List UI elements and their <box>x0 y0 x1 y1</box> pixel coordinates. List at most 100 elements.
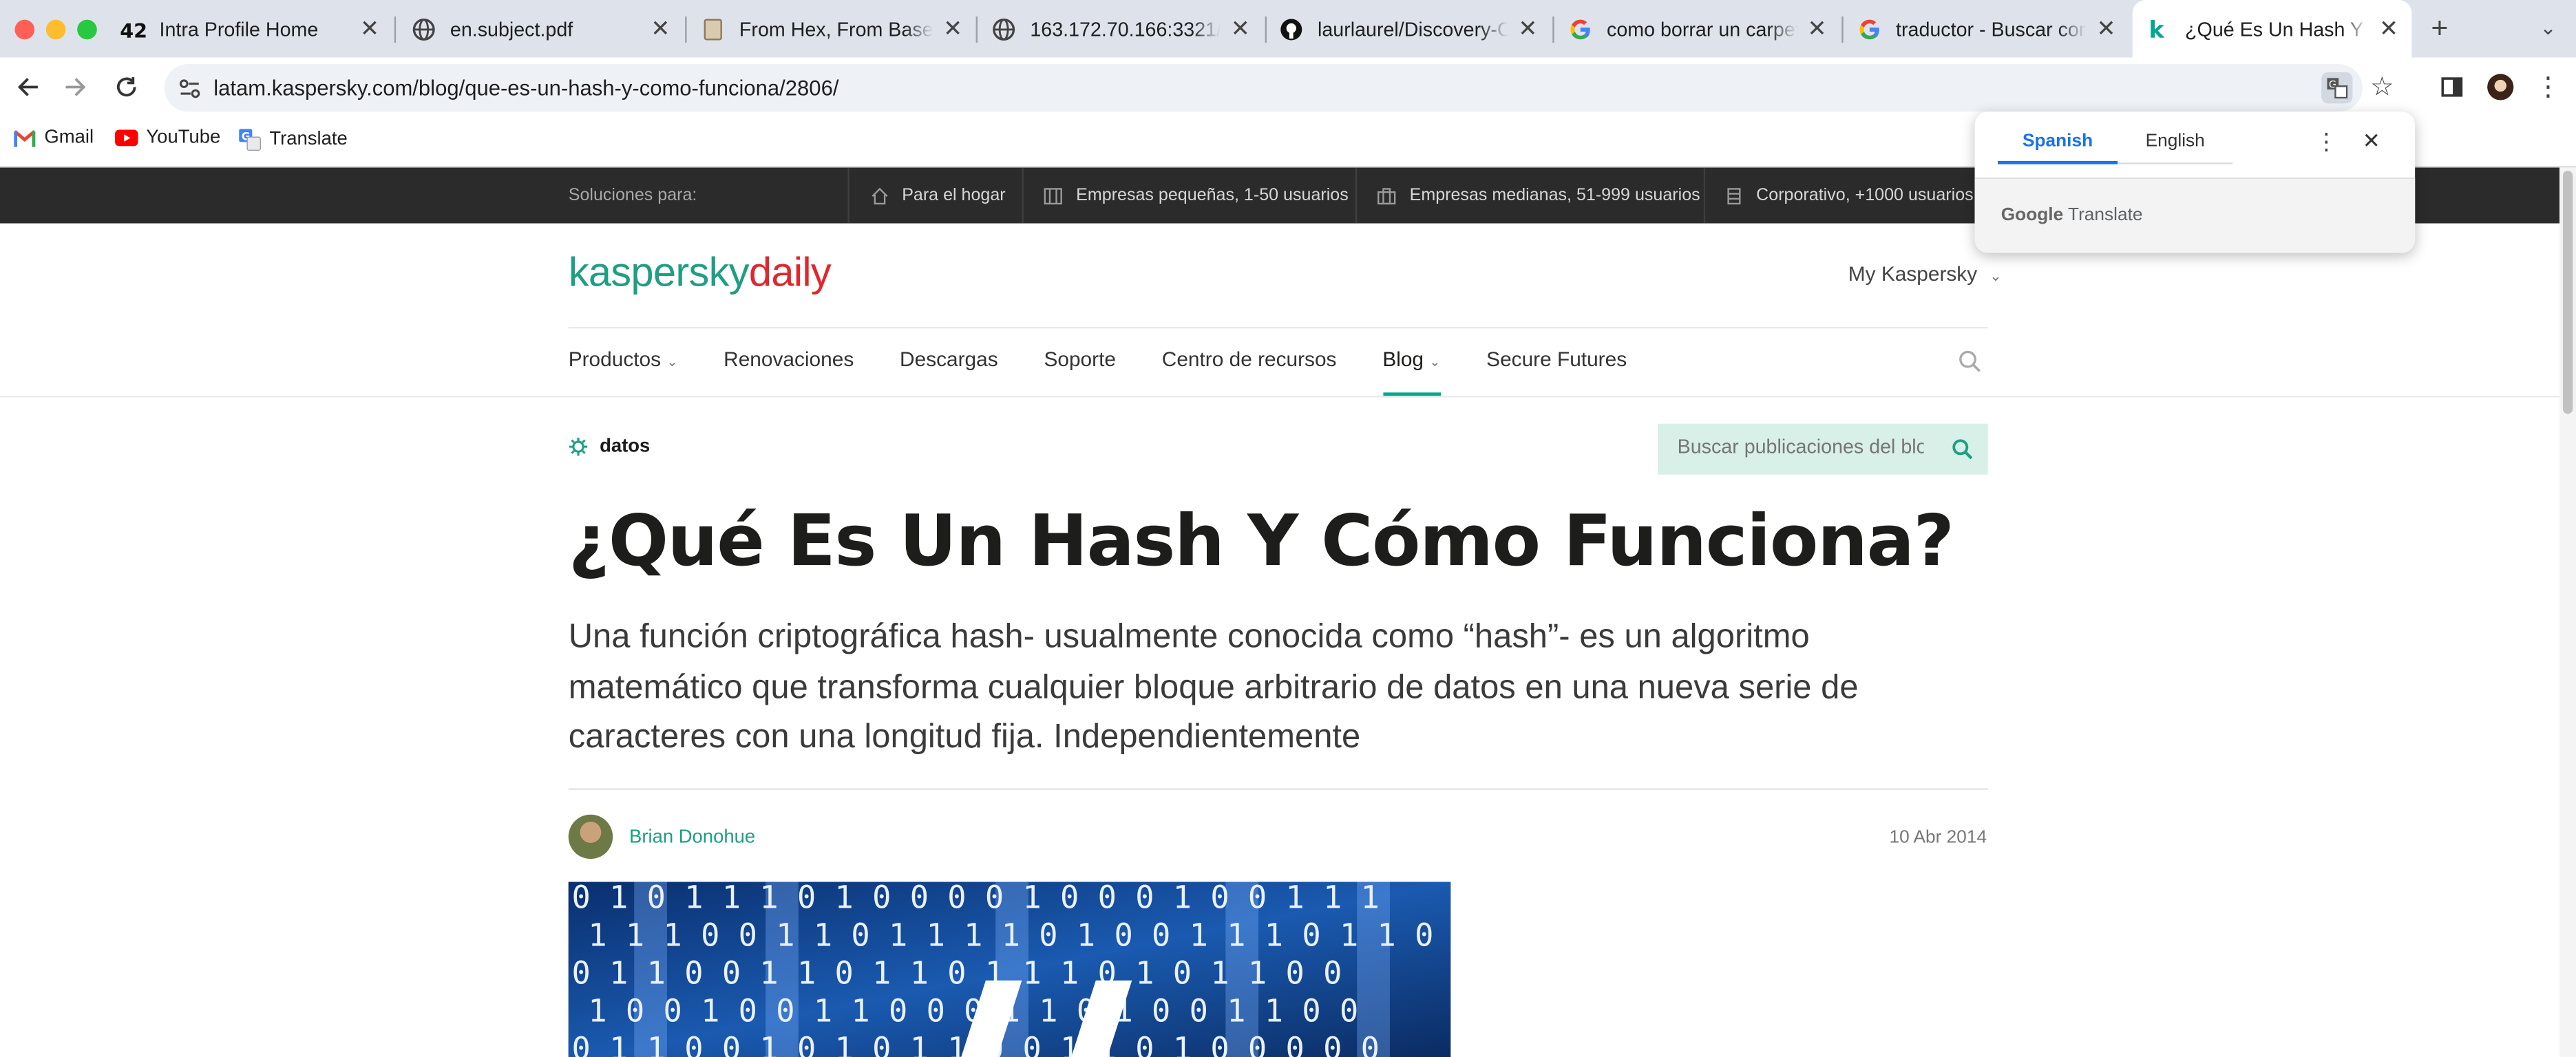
globe-icon <box>411 16 437 42</box>
menu-item-secure-futures[interactable]: Secure Futures <box>1486 348 1627 398</box>
forward-button[interactable] <box>58 69 94 105</box>
menu-label: Blog <box>1382 348 1424 372</box>
lead-line: caracteres con una longitud fija. Indepe… <box>568 717 1361 756</box>
article-hero-image: 0 1 0 1 1 1 0 1 0 0 0 0 1 0 0 0 1 0 0 1 … <box>568 882 1451 1057</box>
menu-label: Secure Futures <box>1486 348 1627 372</box>
youtube-icon <box>115 129 138 147</box>
browser-tab[interactable]: 42 Intra Profile Home ✕ <box>120 3 383 54</box>
menu-item-centro-de-recursos[interactable]: Centro de recursos <box>1162 348 1337 398</box>
browser-tab[interactable]: como borrar un carpeta ✕ <box>1567 3 1830 54</box>
blog-search-input[interactable] <box>1677 435 1924 458</box>
category-tag[interactable]: datos <box>569 437 650 456</box>
tab-title: From Hex, From Base64 <box>739 17 933 41</box>
divider <box>1022 167 1024 224</box>
close-tab-icon[interactable]: ✕ <box>647 14 673 43</box>
menu-item-soporte[interactable]: Soporte <box>1044 348 1115 398</box>
page-scrollbar[interactable] <box>2559 167 2576 1057</box>
menu-item-renovaciones[interactable]: Renovaciones <box>724 348 854 398</box>
browser-tab[interactable]: laurlaurel/Discovery-Cib ✕ <box>1278 3 1541 54</box>
new-tab-button[interactable]: + <box>2422 10 2458 46</box>
article-lead: Una función criptográfica hash- usualmen… <box>569 612 1916 762</box>
logo-part-daily: daily <box>748 249 832 296</box>
maximize-window-button[interactable] <box>77 19 97 40</box>
browser-tab-active[interactable]: k ¿Qué Es Un Hash Y Cóm ✕ <box>2132 0 2412 58</box>
tab-separator <box>394 16 397 43</box>
tab-title: traductor - Buscar con G <box>1896 17 2087 41</box>
tab-strip: 42 Intra Profile Home ✕ en.subject.pdf ✕… <box>0 0 2576 58</box>
tab-separator <box>1265 16 1267 43</box>
search-icon[interactable] <box>1952 438 1973 468</box>
menu-label: Renovaciones <box>724 348 854 372</box>
solution-enterprise[interactable]: Corporativo, +1000 usuarios <box>1725 167 1974 223</box>
bookmark-star-icon[interactable]: ☆ <box>2364 69 2400 105</box>
profile-avatar[interactable] <box>2482 69 2519 105</box>
active-tab-indicator <box>1997 160 2118 164</box>
close-tab-icon[interactable]: ✕ <box>2376 14 2402 43</box>
solution-small-business[interactable]: Empresas pequeñas, 1-50 usuarios <box>1043 167 1349 223</box>
close-tab-icon[interactable]: ✕ <box>1227 14 1254 43</box>
more-options-icon[interactable]: ⋮ <box>2315 128 2338 156</box>
browser-tab[interactable]: en.subject.pdf ✕ <box>411 3 674 54</box>
google-icon <box>1567 16 1594 42</box>
publish-date: 10 Abr 2014 <box>1889 827 1987 848</box>
tab-title: ¿Qué Es Un Hash Y Cóm <box>2185 17 2369 41</box>
translate-popup-footer: Google Translate <box>1974 177 2416 253</box>
close-tab-icon[interactable]: ✕ <box>940 14 966 43</box>
close-icon[interactable]: ✕ <box>2363 128 2380 154</box>
browser-toolbar: latam.kaspersky.com/blog/que-es-un-hash-… <box>0 57 2576 118</box>
github-icon <box>1278 16 1305 42</box>
close-tab-icon[interactable]: ✕ <box>357 14 383 43</box>
my-kaspersky-link[interactable]: My Kaspersky ⌄ <box>1848 263 2002 286</box>
solution-medium-business[interactable]: Empresas medianas, 51-999 usuarios <box>1377 167 1700 223</box>
menu-item-descargas[interactable]: Descargas <box>900 348 998 398</box>
binary-row: 0 1 1 0 0 1 1 0 1 1 0 1 1 1 0 1 0 1 1 0 … <box>572 955 1342 992</box>
close-tab-icon[interactable]: ✕ <box>2093 14 2119 43</box>
bookmark-translate[interactable]: G Translate <box>238 128 348 151</box>
browser-tab[interactable]: From Hex, From Base64 ✕ <box>700 3 967 54</box>
tab-title: Intra Profile Home <box>159 17 319 41</box>
url-text: latam.kaspersky.com/blog/que-es-un-hash-… <box>213 75 839 100</box>
menu-item-blog[interactable]: Blog ⌄ <box>1382 348 1441 398</box>
cyberchef-icon <box>700 16 726 42</box>
google-translate-brand: Google Translate <box>2001 205 2143 225</box>
language-tab-english[interactable]: English <box>2118 131 2232 151</box>
bookmark-gmail[interactable]: Gmail <box>13 128 94 148</box>
tab-title: en.subject.pdf <box>450 17 573 41</box>
close-tab-icon[interactable]: ✕ <box>1514 14 1541 43</box>
bookmark-youtube[interactable]: YouTube <box>115 128 220 148</box>
skyscraper-icon <box>1727 187 1741 204</box>
kaspersky-daily-logo[interactable]: kasperskydaily <box>569 249 832 297</box>
back-button[interactable] <box>10 69 46 105</box>
site-info-icon[interactable] <box>179 77 200 107</box>
language-tab-spanish[interactable]: Spanish <box>1998 131 2118 151</box>
lead-line: Una función criptográfica hash- usualmen… <box>568 617 1810 656</box>
browser-tab[interactable]: traductor - Buscar con G ✕ <box>1857 3 2120 54</box>
close-window-button[interactable] <box>14 19 35 40</box>
menu-item-productos[interactable]: Productos ⌄ <box>569 348 678 398</box>
web-page: Soluciones para: Para el hogar Empresas … <box>0 167 2560 1057</box>
scrollbar-thumb[interactable] <box>2562 171 2573 414</box>
browser-tab[interactable]: 163.172.70.166:3321/ch ✕ <box>991 3 1254 54</box>
tab-baseline <box>2118 162 2233 164</box>
side-panel-icon[interactable] <box>2433 69 2469 105</box>
bookmark-label: Gmail <box>44 128 94 148</box>
menu-divider <box>0 396 2560 398</box>
reload-button[interactable] <box>109 69 145 105</box>
tab-search-icon[interactable]: ⌄ <box>2530 10 2566 46</box>
tab-separator <box>685 16 687 43</box>
minimize-window-button[interactable] <box>45 19 66 40</box>
address-bar[interactable]: latam.kaspersky.com/blog/que-es-un-hash-… <box>164 64 2363 112</box>
close-tab-icon[interactable]: ✕ <box>1804 14 1830 43</box>
divider <box>1703 167 1706 224</box>
menu-label: Productos <box>568 348 662 372</box>
tab-separator <box>975 16 978 43</box>
solution-home[interactable]: Para el hogar <box>871 167 1006 223</box>
author-block[interactable]: Brian Donohue <box>568 814 755 860</box>
divider <box>1355 167 1358 224</box>
chevron-down-icon: ⌄ <box>1429 354 1441 370</box>
more-menu-icon[interactable]: ⋮ <box>2530 69 2566 105</box>
search-icon[interactable] <box>1959 350 1981 381</box>
svg-text:42: 42 <box>120 19 146 39</box>
translate-page-icon[interactable]: G <box>2321 72 2353 104</box>
tab-title: 163.172.70.166:3321/ch <box>1030 17 1221 41</box>
